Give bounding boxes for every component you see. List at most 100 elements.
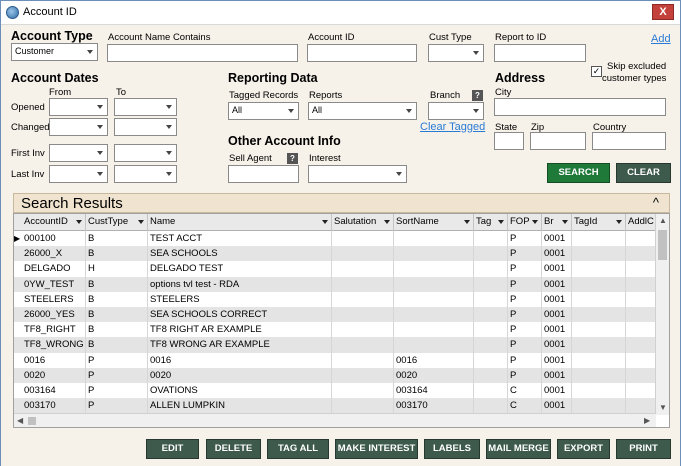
cell-sort-name[interactable] bbox=[394, 307, 474, 323]
filter-dropdown-icon[interactable] bbox=[76, 220, 82, 224]
table-row[interactable]: STEELERS B STEELERS P 0001 bbox=[14, 291, 656, 307]
cell-tag[interactable] bbox=[474, 231, 508, 247]
cell-sort-name[interactable] bbox=[394, 231, 474, 247]
cell-sort-name[interactable]: 0016 bbox=[394, 352, 474, 368]
cell-account-id[interactable]: 26000_YES bbox=[22, 307, 86, 323]
zip-input[interactable] bbox=[530, 132, 586, 150]
cell-addl[interactable] bbox=[626, 291, 656, 307]
table-row[interactable]: 26000_YES B SEA SCHOOLS CORRECT P 0001 bbox=[14, 307, 656, 323]
filter-dropdown-icon[interactable] bbox=[562, 220, 568, 224]
cell-fop[interactable]: P bbox=[508, 322, 542, 338]
cell-tag[interactable] bbox=[474, 337, 508, 353]
cell-branch[interactable]: 0001 bbox=[542, 307, 572, 323]
scroll-down-icon[interactable]: ▼ bbox=[659, 403, 667, 412]
table-row[interactable]: DELGADO H DELGADO TEST P 0001 bbox=[14, 261, 656, 277]
cell-branch[interactable]: 0001 bbox=[542, 383, 572, 399]
filter-dropdown-icon[interactable] bbox=[532, 220, 538, 224]
table-row[interactable]: 0020 P 0020 0020 P 0001 bbox=[14, 367, 656, 383]
cell-branch[interactable]: 0001 bbox=[542, 231, 572, 247]
cell-cust-type[interactable]: P bbox=[86, 352, 148, 368]
cell-sort-name[interactable] bbox=[394, 276, 474, 292]
changed-to-select[interactable] bbox=[114, 118, 177, 136]
last-inv-to-select[interactable] bbox=[114, 165, 177, 183]
cell-name[interactable]: TF8 WRONG AR EXAMPLE bbox=[148, 337, 332, 353]
cell-cust-type[interactable]: P bbox=[86, 383, 148, 399]
clear-tagged-link[interactable]: Clear Tagged bbox=[420, 121, 485, 133]
cell-account-id[interactable]: 26000_X bbox=[22, 246, 86, 262]
cell-name[interactable]: 0016 bbox=[148, 352, 332, 368]
cell-account-id[interactable]: 000100 bbox=[22, 231, 86, 247]
table-row[interactable]: 0016 P 0016 0016 P 0001 bbox=[14, 352, 656, 368]
cell-branch[interactable]: 0001 bbox=[542, 367, 572, 383]
cell-salutation[interactable] bbox=[332, 398, 394, 414]
cell-salutation[interactable] bbox=[332, 276, 394, 292]
cell-branch[interactable]: 0001 bbox=[542, 398, 572, 414]
cell-tag[interactable] bbox=[474, 352, 508, 368]
cell-addl[interactable] bbox=[626, 383, 656, 399]
account-type-select[interactable]: Customer bbox=[11, 43, 98, 61]
delete-button[interactable]: DELETE bbox=[206, 439, 261, 459]
cell-tag-id[interactable] bbox=[572, 337, 626, 353]
print-button[interactable]: PRINT bbox=[616, 439, 671, 459]
cell-cust-type[interactable]: P bbox=[86, 367, 148, 383]
cell-account-id[interactable]: STEELERS bbox=[22, 291, 86, 307]
cell-sort-name[interactable]: 003170 bbox=[394, 398, 474, 414]
cell-fop[interactable]: P bbox=[508, 291, 542, 307]
cell-account-id[interactable]: 0YW_TEST bbox=[22, 276, 86, 292]
country-input[interactable] bbox=[592, 132, 666, 150]
cell-account-id[interactable]: TF8_WRONG bbox=[22, 337, 86, 353]
cell-sort-name[interactable] bbox=[394, 337, 474, 353]
cell-tag-id[interactable] bbox=[572, 276, 626, 292]
column-header-name[interactable]: Name bbox=[148, 214, 332, 231]
cell-fop[interactable]: P bbox=[508, 246, 542, 262]
mail-merge-button[interactable]: MAIL MERGE bbox=[486, 439, 551, 459]
cell-addl[interactable] bbox=[626, 398, 656, 414]
cell-account-id[interactable]: TF8_RIGHT bbox=[22, 322, 86, 338]
cell-fop[interactable]: P bbox=[508, 337, 542, 353]
filter-dropdown-icon[interactable] bbox=[616, 220, 622, 224]
cell-account-id[interactable]: 0016 bbox=[22, 352, 86, 368]
cell-salutation[interactable] bbox=[332, 352, 394, 368]
scroll-right-icon[interactable]: ▶ bbox=[644, 416, 650, 425]
cell-addl[interactable] bbox=[626, 352, 656, 368]
cell-name[interactable]: SEA SCHOOLS bbox=[148, 246, 332, 262]
cell-cust-type[interactable]: B bbox=[86, 307, 148, 323]
cell-salutation[interactable] bbox=[332, 367, 394, 383]
table-row[interactable]: 003164 P OVATIONS 003164 C 0001 bbox=[14, 383, 656, 399]
report-to-input[interactable] bbox=[494, 44, 586, 62]
cell-name[interactable]: SEA SCHOOLS CORRECT bbox=[148, 307, 332, 323]
cell-tag-id[interactable] bbox=[572, 322, 626, 338]
cell-branch[interactable]: 0001 bbox=[542, 261, 572, 277]
cell-cust-type[interactable]: P bbox=[86, 398, 148, 414]
cell-sort-name[interactable] bbox=[394, 322, 474, 338]
interest-select[interactable] bbox=[308, 165, 407, 183]
cell-account-id[interactable]: 003164 bbox=[22, 383, 86, 399]
skip-excluded-checkbox[interactable]: ✓ bbox=[591, 66, 602, 77]
cell-tag-id[interactable] bbox=[572, 246, 626, 262]
cell-tag[interactable] bbox=[474, 383, 508, 399]
cell-fop[interactable]: P bbox=[508, 261, 542, 277]
cell-fop[interactable]: P bbox=[508, 231, 542, 247]
cell-tag-id[interactable] bbox=[572, 383, 626, 399]
cell-account-id[interactable]: 003170 bbox=[22, 398, 86, 414]
table-row[interactable]: 26000_X B SEA SCHOOLS P 0001 bbox=[14, 246, 656, 262]
cell-fop[interactable]: C bbox=[508, 398, 542, 414]
cell-sort-name[interactable] bbox=[394, 246, 474, 262]
cell-fop[interactable]: P bbox=[508, 307, 542, 323]
column-header-branch[interactable]: Br bbox=[542, 214, 572, 231]
edit-button[interactable]: EDIT bbox=[146, 439, 199, 459]
cell-name[interactable]: TEST ACCT bbox=[148, 231, 332, 247]
cell-fop[interactable]: P bbox=[508, 352, 542, 368]
city-input[interactable] bbox=[494, 98, 666, 116]
table-row[interactable]: ▶ 000100 B TEST ACCT P 0001 bbox=[14, 231, 656, 247]
cell-addl[interactable] bbox=[626, 231, 656, 247]
cell-sort-name[interactable] bbox=[394, 261, 474, 277]
make-interest-button[interactable]: MAKE INTEREST bbox=[335, 439, 418, 459]
cell-salutation[interactable] bbox=[332, 383, 394, 399]
table-row[interactable]: TF8_RIGHT B TF8 RIGHT AR EXAMPLE P 0001 bbox=[14, 322, 656, 338]
account-name-input[interactable] bbox=[107, 44, 298, 62]
cell-cust-type[interactable]: B bbox=[86, 291, 148, 307]
sell-agent-input[interactable] bbox=[228, 165, 299, 183]
changed-from-select[interactable] bbox=[49, 118, 108, 136]
vertical-scroll-thumb[interactable] bbox=[658, 230, 667, 260]
